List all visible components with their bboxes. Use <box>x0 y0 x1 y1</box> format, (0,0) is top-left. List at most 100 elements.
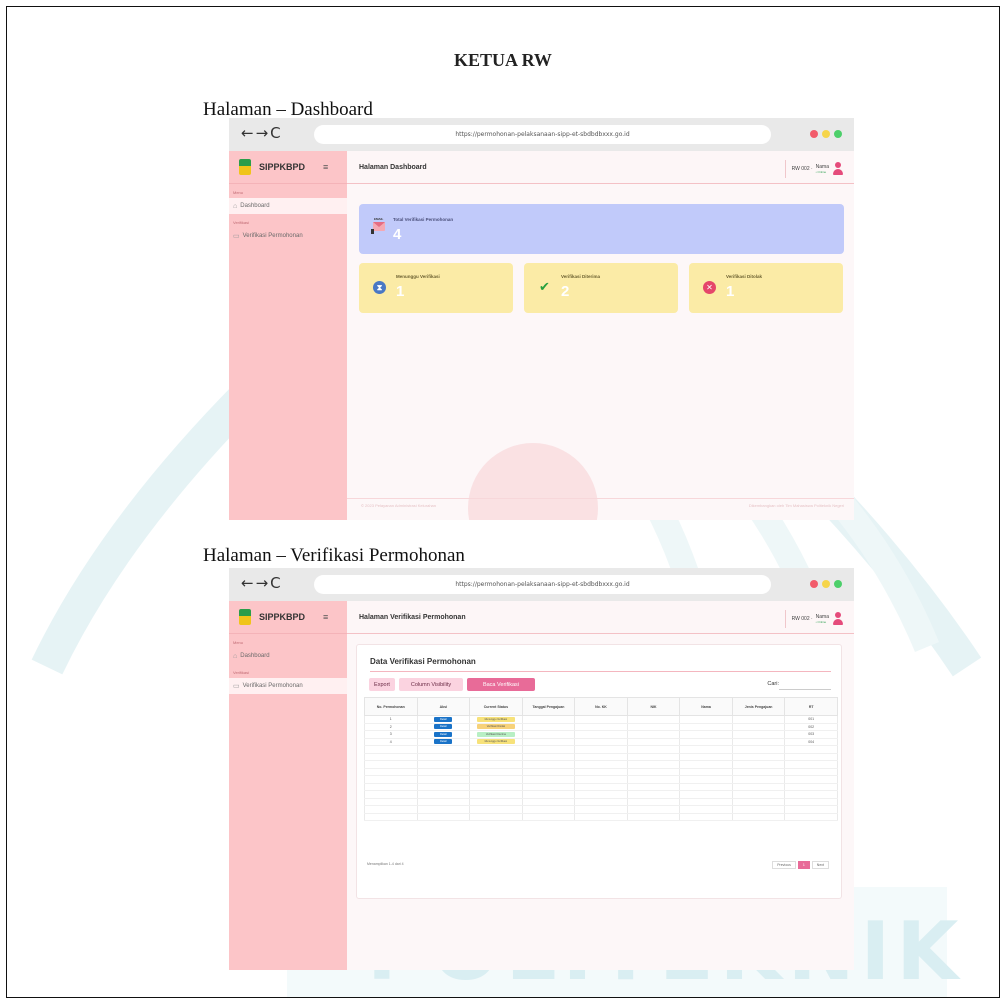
table-cell <box>731 753 786 761</box>
user-menu[interactable]: RW 002 · Nama • Online <box>784 160 844 178</box>
verifikasi-browser-window: ←→C https://permohonan-pelaksanaan-sipp-… <box>229 568 854 970</box>
url-bar[interactable]: https://permohonan-pelaksanaan-sipp-et-s… <box>314 575 771 594</box>
verifikasi-diterima-card[interactable]: ✔ Verifikasi Diterima 2 <box>524 263 678 313</box>
table-cell <box>521 805 576 814</box>
online-status: • Online <box>815 620 827 624</box>
menu-toggle-icon[interactable]: ≡ <box>323 612 328 622</box>
search-input[interactable] <box>779 689 831 690</box>
avatar-icon[interactable] <box>832 162 844 176</box>
table-cell <box>731 768 786 776</box>
detail-button[interactable]: Detail <box>434 739 453 745</box>
table-cell <box>731 783 786 791</box>
search-label: Cari: <box>767 681 779 687</box>
total-verifikasi-card[interactable]: EMAIL Total Verifikasi Permohonan 4 <box>359 204 844 254</box>
close-dot-icon[interactable] <box>810 580 818 588</box>
pager-prev-button[interactable]: Previous <box>772 861 796 869</box>
table-cell <box>626 738 681 746</box>
table-cell <box>521 715 576 724</box>
table-cell <box>679 753 733 761</box>
column-header[interactable]: RT <box>784 697 838 716</box>
sidebar-item-label: Dashboard <box>240 203 270 209</box>
table-cell <box>784 790 838 799</box>
close-dot-icon[interactable] <box>810 130 818 138</box>
main-header: Halaman Dashboard RW 002 · Nama • Online <box>347 151 854 184</box>
sidebar-section-menu: Menu <box>233 640 244 645</box>
column-header[interactable]: No. KK <box>574 697 628 716</box>
table-cell <box>626 768 681 776</box>
table-cell <box>521 768 576 776</box>
table-cell <box>574 760 628 769</box>
pager-page-button[interactable]: 1 <box>797 861 810 869</box>
table-cell <box>521 753 576 761</box>
table-cell <box>469 768 523 776</box>
card-value: 2 <box>561 283 570 300</box>
table-cell <box>626 730 681 739</box>
column-header[interactable]: No. Permohonan <box>364 697 418 716</box>
table-cell <box>784 745 838 754</box>
sidebar-item-label: Verifikasi Permohonan <box>242 683 303 689</box>
column-header[interactable]: NIK <box>626 697 681 716</box>
detail-button[interactable]: Detail <box>434 716 453 722</box>
user-menu[interactable]: RW 002 · Nama • Online <box>784 610 844 628</box>
maximize-dot-icon[interactable] <box>834 130 842 138</box>
detail-button[interactable]: Detail <box>434 731 453 737</box>
table-row <box>364 798 838 806</box>
footer: © 2023 Pelayanan Administrasi Kelurahan … <box>347 498 854 512</box>
table-cell <box>679 805 733 814</box>
table-cell <box>574 798 628 806</box>
table-cell <box>626 775 681 784</box>
table-row <box>364 768 838 776</box>
table-cell <box>469 760 523 769</box>
sidebar: SIPPKBPD ≡ Menu ⌂ Dashboard Verifikasi ▭… <box>229 601 347 970</box>
table-cell <box>731 813 786 821</box>
sidebar-item-dashboard[interactable]: ⌂ Dashboard <box>229 198 347 214</box>
table-cell: 3 <box>364 730 418 739</box>
column-header[interactable]: Aksi <box>416 697 471 716</box>
table-header-row: No. Permohonan Aksi Current Status Tangg… <box>364 697 838 716</box>
browser-nav-buttons[interactable]: ←→C <box>241 574 283 592</box>
table-cell <box>469 775 523 784</box>
status-badge: Verifikasi Diterima <box>476 731 515 737</box>
pager-next-button[interactable]: Next <box>811 861 829 869</box>
menu-toggle-icon[interactable]: ≡ <box>323 162 328 172</box>
sidebar-item-dashboard[interactable]: ⌂ Dashboard <box>229 648 347 664</box>
table-cell <box>521 798 576 806</box>
table-cell: Detail <box>416 738 471 746</box>
table-row: 4 Detail Menunggu Verifikasi 004 <box>364 738 838 746</box>
column-header[interactable]: Jenis Pengajuan <box>731 697 786 716</box>
column-header[interactable]: Tanggal Pengajuan <box>521 697 576 716</box>
sidebar-item-verifikasi[interactable]: ▭ Verifikasi Permohonan <box>229 678 347 694</box>
baca-verifikasi-button[interactable]: Baca Verifikasi <box>467 678 535 691</box>
hourglass-icon: ⧗ <box>373 281 386 294</box>
sidebar-item-verifikasi[interactable]: ▭ Verifikasi Permohonan <box>229 228 347 244</box>
column-header[interactable]: Current Status <box>469 697 523 716</box>
column-visibility-button[interactable]: Column Visibility <box>399 678 463 691</box>
table-cell: Menunggu Verifikasi <box>469 738 523 746</box>
menunggu-verifikasi-card[interactable]: ⧗ Menunggu Verifikasi 1 <box>359 263 513 313</box>
table-cell <box>626 760 681 769</box>
maximize-dot-icon[interactable] <box>834 580 842 588</box>
table-cell <box>679 783 733 791</box>
brand: SIPPKBPD ≡ <box>229 151 347 184</box>
table-cell <box>679 768 733 776</box>
detail-button[interactable]: Detail <box>434 724 453 730</box>
table-row: 2 Detail Verifikasi Ditolak 002 <box>364 723 838 731</box>
pagination: Previous 1 Next <box>772 861 829 869</box>
status-badge: Menunggu Verifikasi <box>476 716 515 722</box>
minimize-dot-icon[interactable] <box>822 130 830 138</box>
table-cell <box>731 760 786 769</box>
export-button[interactable]: Export <box>369 678 395 691</box>
table-cell <box>784 805 838 814</box>
panel-divider <box>370 671 831 672</box>
avatar-icon[interactable] <box>832 612 844 626</box>
table-cell <box>731 775 786 784</box>
table-cell <box>416 813 471 821</box>
browser-nav-buttons[interactable]: ←→C <box>241 124 283 142</box>
minimize-dot-icon[interactable] <box>822 580 830 588</box>
table-cell <box>574 738 628 746</box>
page-title: Halaman Verifikasi Permohonan <box>359 613 466 621</box>
verifikasi-ditolak-card[interactable]: ✕ Verifikasi Ditolak 1 <box>689 263 843 313</box>
url-bar[interactable]: https://permohonan-pelaksanaan-sipp-et-s… <box>314 125 771 144</box>
sidebar-section-verifikasi: Verifikasi <box>233 670 250 675</box>
column-header[interactable]: Nama <box>679 697 733 716</box>
